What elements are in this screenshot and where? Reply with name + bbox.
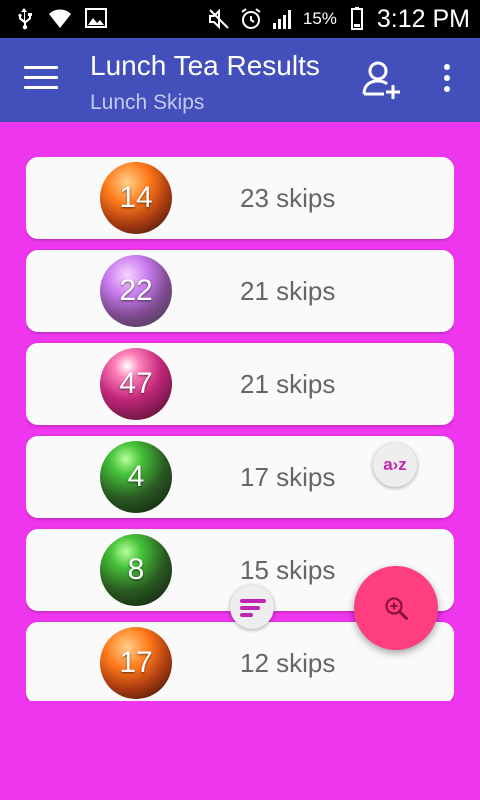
menu-icon[interactable] bbox=[24, 66, 58, 96]
ball-number: 47 bbox=[100, 348, 172, 420]
skips-count: 21 skips bbox=[240, 276, 336, 306]
zoom-fab-button[interactable] bbox=[354, 566, 438, 650]
sort-icon[interactable] bbox=[230, 585, 274, 629]
result-row[interactable]: 47 21 skips bbox=[26, 343, 454, 425]
app-bar: Lunch Tea Results Lunch Skips bbox=[0, 38, 480, 122]
skips-count: 15 skips bbox=[240, 555, 336, 585]
sort-az-button[interactable]: a›z bbox=[373, 443, 417, 487]
skips-count: 21 skips bbox=[240, 369, 336, 399]
status-bar: 15% 3:12 PM bbox=[0, 0, 480, 38]
skips-count: 17 skips bbox=[240, 462, 336, 492]
usb-icon bbox=[12, 6, 36, 30]
signal-icon bbox=[271, 7, 295, 31]
more-vert-icon[interactable] bbox=[432, 64, 462, 100]
page-title: Lunch Tea Results bbox=[90, 50, 320, 81]
status-right-icons: 15% 3:12 PM bbox=[207, 4, 470, 34]
ball-number: 22 bbox=[100, 255, 172, 327]
ball-number: 4 bbox=[100, 441, 172, 513]
result-row[interactable]: 14 23 skips bbox=[26, 157, 454, 239]
battery-icon bbox=[345, 7, 369, 31]
image-icon bbox=[84, 6, 108, 30]
add-user-icon[interactable] bbox=[360, 58, 404, 102]
ball-number: 14 bbox=[100, 162, 172, 234]
battery-percent: 15% bbox=[302, 9, 337, 28]
status-left-icons bbox=[12, 6, 108, 30]
alarm-icon bbox=[239, 7, 263, 31]
skips-count: 12 skips bbox=[240, 648, 336, 678]
status-time: 3:12 PM bbox=[376, 5, 470, 33]
skips-count: 23 skips bbox=[240, 183, 336, 213]
zoom-icon bbox=[385, 597, 408, 620]
mute-icon bbox=[207, 7, 231, 31]
ball-number: 8 bbox=[100, 534, 172, 606]
ball-number: 17 bbox=[100, 627, 172, 699]
page-subtitle: Lunch Skips bbox=[90, 91, 205, 114]
wifi-icon bbox=[48, 6, 72, 30]
result-row[interactable]: 22 21 skips bbox=[26, 250, 454, 332]
